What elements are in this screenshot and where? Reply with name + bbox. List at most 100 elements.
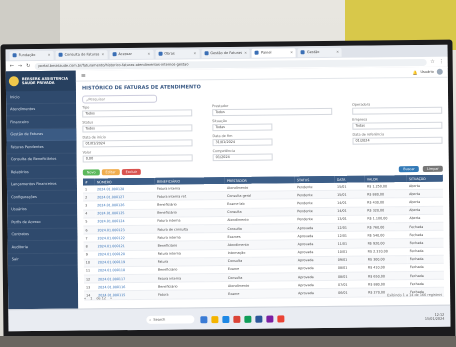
notification-icon[interactable]: 🔔 <box>412 70 417 75</box>
avatar <box>436 68 443 75</box>
sidebar-item[interactable]: Atendimentos <box>6 103 77 117</box>
filter-panel: Tipo Todos Status Todos Data de início 01/0… <box>82 102 443 168</box>
filter-select[interactable]: Todos <box>82 124 193 133</box>
sidebar-item[interactable]: Relatórios <box>6 165 77 179</box>
sidebar-menu: Inicio Atendimentos Financeiro Gestão de… <box>5 90 78 267</box>
filter-prestador: Prestador Todos <box>212 103 333 117</box>
sidebar-brand[interactable]: BERSERK ASSISTENCIA SAUDE PRIVADA <box>5 70 76 92</box>
filter-input[interactable]: 01/2024 <box>352 136 443 145</box>
sidebar-item[interactable]: Auditoria <box>7 240 78 254</box>
sidebar-item[interactable]: Usuários <box>7 203 78 217</box>
filter-input[interactable] <box>352 106 443 115</box>
date-input[interactable]: 01/01/2024 <box>82 139 193 148</box>
tab-favicon-icon <box>255 50 260 55</box>
tab-favicon-icon <box>58 52 63 57</box>
sidebar-item-active[interactable]: Gestão de Faturas <box>6 128 77 142</box>
table-cell: 8 <box>83 242 96 251</box>
hamburger-icon[interactable]: ≡ <box>81 72 86 79</box>
filter-data-inicio: Data de início 01/01/2024 <box>82 134 193 148</box>
user-menu[interactable]: 🔔 Usuário <box>412 68 443 75</box>
filter-competencia: Competência 01/2024 <box>213 149 273 162</box>
sidebar: BERSERK ASSISTENCIA SAUDE PRIVADA Inicio … <box>5 70 79 310</box>
close-icon[interactable]: × <box>48 53 51 57</box>
search-input[interactable]: ⌕ Pesquisar <box>82 94 158 104</box>
browser-tab[interactable]: Obras × <box>155 48 200 59</box>
sidebar-item[interactable]: Perfis de Acesso <box>7 215 78 229</box>
current-page[interactable]: 1 <box>90 296 92 300</box>
filter-situacao: Situação Todas <box>212 119 273 132</box>
tab-label: Painel <box>261 50 272 55</box>
word-icon[interactable] <box>255 315 263 323</box>
sidebar-item[interactable]: Sair <box>7 253 78 267</box>
table-cell: 09/01 <box>335 255 366 265</box>
forward-icon[interactable]: → <box>18 63 22 69</box>
windows-start-icon[interactable] <box>200 315 208 323</box>
close-icon[interactable]: × <box>193 51 196 55</box>
menu-dots-icon[interactable]: ⋮ <box>439 59 444 65</box>
action-row: Novo Editar Excluir Buscar Limpar <box>77 165 449 176</box>
table-cell: 13/01 <box>335 214 366 224</box>
sidebar-item[interactable]: Financeiro <box>6 115 77 129</box>
sidebar-item[interactable]: Faturas Pendentes <box>6 140 77 154</box>
page-title: HISTÓRICO DE FATURAS DE ATENDIMENTO <box>81 84 201 92</box>
close-icon[interactable]: × <box>290 50 293 54</box>
pagination: « 1 de 12 » <box>84 296 112 300</box>
keyboard-edge <box>0 336 456 347</box>
date-input[interactable]: 31/01/2024 <box>212 138 273 147</box>
table-cell: 12 <box>83 274 96 284</box>
table-cell: 08/01 <box>335 263 366 273</box>
browser-tab-active[interactable]: Painel × <box>251 47 297 58</box>
delete-button[interactable]: Excluir <box>121 168 141 176</box>
system-clock[interactable]: 12:12 15/01/2024 <box>425 312 445 321</box>
teams-icon[interactable] <box>266 315 274 323</box>
edge-icon[interactable] <box>222 315 230 323</box>
table-cell: 4 <box>83 209 96 218</box>
browser-tab[interactable]: Acessar × <box>109 49 154 59</box>
sidebar-item[interactable]: Lançamentos Financeiros <box>6 178 78 192</box>
sidebar-item[interactable]: Configurações <box>7 190 78 204</box>
sidebar-item[interactable]: Contratos <box>7 228 78 242</box>
excel-icon[interactable] <box>244 315 252 323</box>
browser-tab[interactable]: Fundação × <box>9 50 54 60</box>
search-button[interactable]: Buscar <box>399 166 419 173</box>
new-button[interactable]: Novo <box>82 169 100 176</box>
filter-input[interactable]: 01/2024 <box>212 153 273 162</box>
browser-tab[interactable]: Consulta de Faturas × <box>55 49 108 60</box>
filter-label: Competência <box>212 148 236 154</box>
record-count: Exibindo 1 a 14 de 166 registros <box>387 292 443 298</box>
taskbar-search[interactable]: ⌕ Search <box>146 315 195 324</box>
edit-button[interactable]: Editar <box>101 169 120 176</box>
filter-select[interactable]: Todas <box>212 123 273 132</box>
filter-select[interactable]: Todas <box>352 121 443 130</box>
back-icon[interactable]: ← <box>10 63 14 69</box>
tab-favicon-icon <box>158 51 163 56</box>
value-input[interactable]: 0,00 <box>82 154 193 163</box>
filter-select[interactable]: Todos <box>82 109 193 118</box>
table-cell: 14/01 <box>335 198 366 207</box>
file-explorer-icon[interactable] <box>211 315 219 323</box>
prev-page-button[interactable]: « <box>84 296 86 300</box>
table-cell: 10/01 <box>335 247 366 257</box>
star-icon[interactable]: ☆ <box>430 59 435 65</box>
invoice-table: # NÚMERO BENEFICIÁRIO PRESTADOR STATUS DATA VA… <box>82 174 445 300</box>
close-icon[interactable]: × <box>244 51 247 55</box>
logo-icon <box>8 76 19 87</box>
table-cell: 07/01 <box>335 280 367 289</box>
filter-empresa: Empresa Todas <box>352 117 443 130</box>
sidebar-item[interactable]: Consulta de Beneficiários <box>6 153 77 167</box>
mail-icon[interactable] <box>277 314 285 322</box>
tab-label: Gestão <box>307 50 320 55</box>
sidebar-item[interactable]: Inicio <box>5 90 77 104</box>
close-icon[interactable]: × <box>101 52 104 56</box>
clear-button[interactable]: Limpar <box>423 165 443 172</box>
browser-tab[interactable]: Gestão × <box>297 47 343 57</box>
close-icon[interactable]: × <box>336 50 339 54</box>
close-icon[interactable]: × <box>147 52 150 56</box>
next-page-button[interactable]: » <box>110 296 112 300</box>
brand-name: BERSERK ASSISTENCIA SAUDE PRIVADA <box>22 76 68 85</box>
reload-icon[interactable]: ↻ <box>26 63 30 69</box>
browser-tab[interactable]: Gestão de Faturas × <box>201 48 251 58</box>
filter-select[interactable]: Todos <box>212 107 333 117</box>
chrome-icon[interactable] <box>233 315 241 323</box>
filter-valor: Valor 0,00 <box>82 149 193 163</box>
